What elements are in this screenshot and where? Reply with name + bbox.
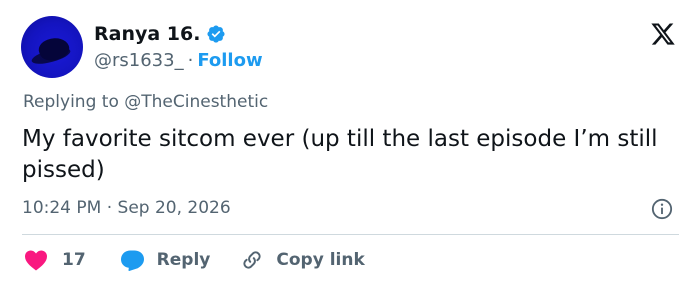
verified-badge-icon	[207, 25, 226, 43]
reply-button[interactable]: Reply	[120, 249, 211, 271]
author-handle-row: @rs1633_ · Follow	[94, 48, 263, 72]
heart-icon	[25, 250, 47, 271]
replying-prefix: Replying to	[23, 92, 119, 112]
reply-bubble-icon	[120, 250, 144, 271]
avatar[interactable]	[21, 16, 83, 78]
link-icon	[243, 251, 261, 269]
copy-link-label: Copy link	[276, 250, 365, 270]
replying-to-mention[interactable]: @TheCinesthetic	[124, 92, 268, 112]
author-name-row: Ranya 16.	[94, 22, 226, 46]
action-bar: 17 Reply Copy link	[24, 247, 365, 273]
separator-dot: ·	[187, 49, 194, 71]
replying-to-line: Replying to @TheCinesthetic	[23, 92, 268, 112]
like-count: 17	[62, 250, 86, 270]
tweet-text: My favorite sitcom ever (up till the las…	[22, 126, 658, 183]
like-button[interactable]: 17	[24, 249, 86, 271]
tweet-timestamp[interactable]: 10:24 PM · Sep 20, 2026	[22, 198, 231, 218]
author-display-name[interactable]: Ranya 16.	[94, 23, 200, 45]
info-icon[interactable]	[651, 198, 673, 220]
x-logo-icon[interactable]	[648, 21, 678, 47]
divider	[22, 234, 679, 235]
reply-label: Reply	[156, 250, 211, 270]
author-handle[interactable]: @rs1633_	[94, 50, 184, 71]
follow-button[interactable]: Follow	[197, 50, 262, 71]
copy-link-button[interactable]: Copy link	[240, 248, 365, 272]
